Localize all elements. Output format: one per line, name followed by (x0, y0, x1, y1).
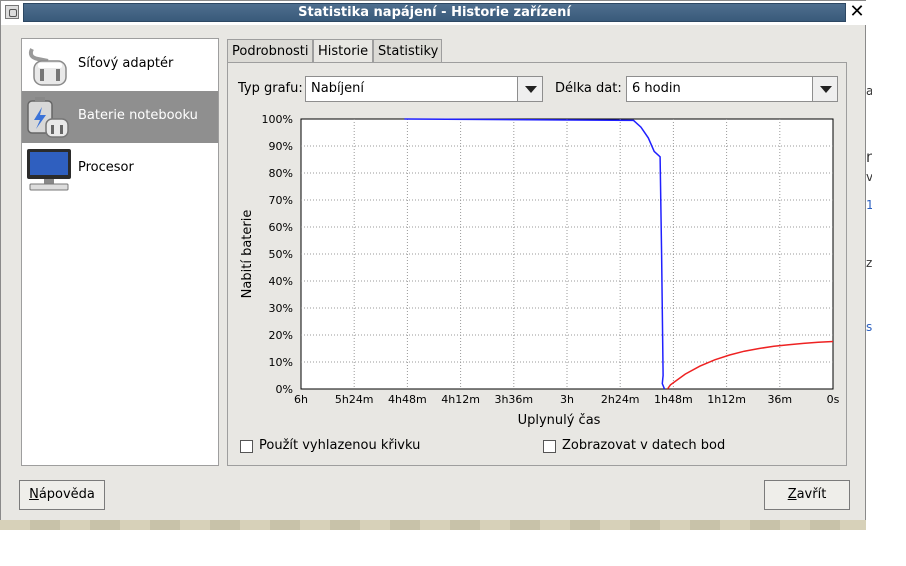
tab-details[interactable]: Podrobnosti (227, 39, 313, 63)
y-tick-label: 90% (269, 140, 293, 153)
sidebar-item-label: Baterie notebooku (78, 108, 198, 123)
x-tick-label: 5h24m (335, 393, 374, 406)
ac-adapter-icon (28, 48, 67, 86)
smooth-curve-label[interactable]: Použít vyhlazenou křivku (259, 438, 420, 453)
sidebar-item-laptop-battery[interactable]: Baterie notebooku (22, 91, 218, 143)
background-text-fragment: z (866, 256, 872, 270)
sidebar-item-label: Procesor (78, 160, 134, 175)
sidebar-item-ac-adapter[interactable]: Síťový adaptér (22, 39, 218, 91)
y-tick-label: 100% (262, 113, 293, 126)
x-tick-label: 36m (767, 393, 792, 406)
title-bar[interactable]: Statistika napájení - Historie zařízení … (1, 1, 867, 25)
y-tick-label: 50% (269, 248, 293, 261)
y-tick-label: 40% (269, 275, 293, 288)
x-tick-label: 1h48m (654, 393, 693, 406)
computer-icon (27, 149, 71, 191)
close-label: avřít (796, 487, 827, 502)
show-points-label[interactable]: Zobrazovat v datech bod (562, 438, 725, 453)
chevron-down-icon (517, 77, 542, 101)
background-text-fragment: s (866, 320, 872, 334)
tab-history[interactable]: Historie (313, 39, 373, 64)
close-mnemonic: Z (787, 487, 797, 502)
sidebar-item-label: Síťový adaptér (78, 56, 174, 71)
x-tick-label: 0s (827, 393, 840, 406)
background-text-fragment: ar (866, 84, 872, 98)
tab-label: Historie (318, 44, 369, 59)
battery-charge-chart: 0% 10% 20% 30% 40% 50% 60% 70% 80% 90% 100% 6h 5h24m… (240, 113, 840, 428)
sidebar-item-processor[interactable]: Procesor (22, 143, 218, 195)
y-tick-label: 60% (269, 221, 293, 234)
close-button[interactable]: Zavřít (764, 480, 850, 510)
x-tick-label: 3h (560, 393, 574, 406)
data-length-value: 6 hodin (632, 81, 681, 96)
x-axis-label: Uplynulý čas (518, 413, 601, 428)
graph-type-label: Typ grafu: (238, 81, 303, 96)
y-tick-label: 20% (269, 329, 293, 342)
y-tick-label: 80% (269, 167, 293, 180)
x-tick-label: 4h48m (388, 393, 427, 406)
x-tick-label: 2h24m (601, 393, 640, 406)
data-length-select[interactable]: 6 hodin (626, 76, 838, 102)
y-tick-label: 70% (269, 194, 293, 207)
window-menu-icon[interactable] (5, 5, 19, 19)
graph-type-select[interactable]: Nabíjení (305, 76, 543, 102)
tab-label: Podrobnosti (232, 44, 309, 59)
laptop-battery-icon (27, 97, 69, 138)
device-list: Síťový adaptér Baterie notebooku Proceso… (21, 38, 219, 466)
chevron-down-icon (812, 77, 837, 101)
background-window-edge: ar n v 1 z s (866, 0, 906, 528)
background-text-fragment: n (866, 148, 872, 166)
smooth-curve-checkbox[interactable] (240, 440, 253, 453)
y-axis-label: Nabití baterie (240, 210, 255, 299)
window-title: Statistika napájení - Historie zařízení (298, 5, 571, 20)
tab-statistics[interactable]: Statistiky (373, 39, 442, 63)
x-tick-label: 1h12m (707, 393, 746, 406)
show-points-checkbox[interactable] (543, 440, 556, 453)
background-text-fragment: 1 (866, 198, 872, 212)
y-tick-label: 10% (269, 356, 293, 369)
tab-label: Statistiky (378, 44, 439, 59)
x-tick-label: 4h12m (441, 393, 480, 406)
y-tick-label: 0% (276, 383, 293, 396)
x-tick-label: 6h (294, 393, 308, 406)
help-mnemonic: N (29, 487, 39, 502)
close-window-icon[interactable]: ✕ (848, 2, 866, 22)
help-button[interactable]: Nápověda (19, 480, 105, 510)
graph-type-value: Nabíjení (311, 81, 365, 96)
background-map-strip (0, 520, 866, 530)
data-length-label: Délka dat: (555, 81, 622, 96)
background-text-fragment: v (866, 170, 872, 184)
help-label: ápověda (38, 487, 95, 502)
y-tick-label: 30% (269, 302, 293, 315)
x-tick-label: 3h36m (494, 393, 533, 406)
power-statistics-window: Statistika napájení - Historie zařízení … (0, 0, 867, 528)
